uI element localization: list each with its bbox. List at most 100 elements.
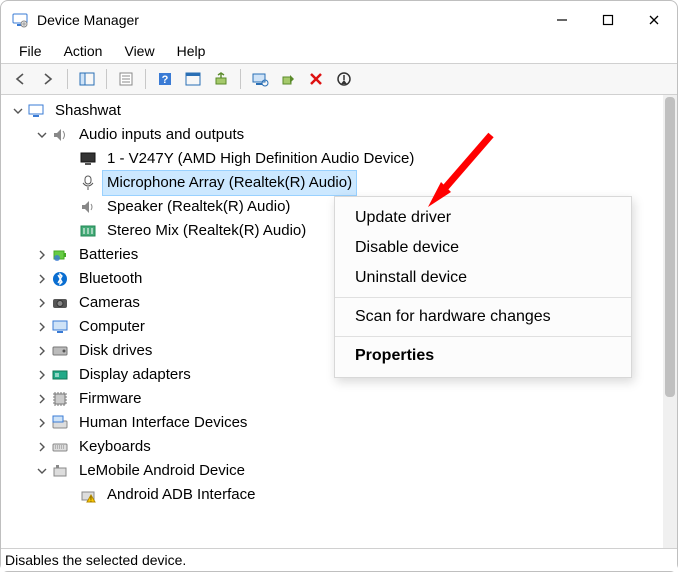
tree-category-audio[interactable]: Audio inputs and outputs xyxy=(5,123,663,147)
audio-icon xyxy=(51,126,69,144)
keyboard-icon xyxy=(51,438,69,456)
minimize-button[interactable] xyxy=(539,1,585,39)
enable-device-icon[interactable] xyxy=(275,67,301,91)
no-expand xyxy=(61,486,79,504)
tree-category-firmware[interactable]: Firmware xyxy=(5,387,663,411)
app-icon xyxy=(11,11,29,29)
expand-icon[interactable] xyxy=(33,270,51,288)
battery-icon xyxy=(51,246,69,264)
help-icon[interactable]: ? xyxy=(152,67,178,91)
category-label: LeMobile Android Device xyxy=(75,459,249,483)
update-driver-icon[interactable] xyxy=(208,67,234,91)
category-label: Bluetooth xyxy=(75,267,146,291)
no-expand xyxy=(61,174,79,192)
status-bar: Disables the selected device. xyxy=(1,548,677,571)
category-label: Cameras xyxy=(75,291,144,315)
back-button[interactable] xyxy=(7,67,33,91)
tree-item-monitor-audio[interactable]: 1 - V247Y (AMD High Definition Audio Dev… xyxy=(5,147,663,171)
disk-icon xyxy=(51,342,69,360)
no-expand xyxy=(61,150,79,168)
ctx-separator xyxy=(335,336,631,337)
expand-icon[interactable] xyxy=(33,414,51,432)
window-buttons xyxy=(539,1,677,39)
expand-icon[interactable] xyxy=(33,318,51,336)
toolbar-divider xyxy=(106,69,107,89)
camera-icon xyxy=(51,294,69,312)
no-expand xyxy=(61,222,79,240)
item-label: Stereo Mix (Realtek(R) Audio) xyxy=(103,219,310,243)
window-title: Device Manager xyxy=(37,12,139,28)
disable-device-icon[interactable] xyxy=(331,67,357,91)
display-adapter-icon xyxy=(51,366,69,384)
collapse-icon[interactable] xyxy=(33,126,51,144)
scan-hardware-icon[interactable] xyxy=(247,67,273,91)
expand-icon[interactable] xyxy=(33,342,51,360)
status-text: Disables the selected device. xyxy=(5,552,186,568)
item-label: Speaker (Realtek(R) Audio) xyxy=(103,195,294,219)
uninstall-device-icon[interactable] xyxy=(303,67,329,91)
ctx-separator xyxy=(335,297,631,298)
ctx-scan-hardware[interactable]: Scan for hardware changes xyxy=(335,302,631,332)
toolbar-divider xyxy=(145,69,146,89)
maximize-button[interactable] xyxy=(585,1,631,39)
speaker-icon xyxy=(79,198,97,216)
toolbar-divider xyxy=(240,69,241,89)
svg-text:?: ? xyxy=(162,74,169,86)
no-expand xyxy=(61,198,79,216)
category-label: Display adapters xyxy=(75,363,195,387)
tree-root[interactable]: Shashwat xyxy=(5,99,663,123)
expand-icon[interactable] xyxy=(33,390,51,408)
collapse-icon[interactable] xyxy=(9,102,27,120)
item-label: Android ADB Interface xyxy=(103,483,259,507)
ctx-update-driver[interactable]: Update driver xyxy=(335,203,631,233)
mixer-icon xyxy=(79,222,97,240)
vertical-scrollbar[interactable] xyxy=(663,95,677,548)
toolbar-divider xyxy=(67,69,68,89)
monitor-icon xyxy=(79,150,97,168)
item-label: 1 - V247Y (AMD High Definition Audio Dev… xyxy=(103,147,418,171)
show-hide-console-tree-icon[interactable] xyxy=(74,67,100,91)
category-label: Human Interface Devices xyxy=(75,411,251,435)
collapse-icon[interactable] xyxy=(33,462,51,480)
category-label: Batteries xyxy=(75,243,142,267)
menu-help[interactable]: Help xyxy=(167,41,216,61)
computer-root-icon xyxy=(27,102,45,120)
forward-button[interactable] xyxy=(35,67,61,91)
title-bar: Device Manager xyxy=(1,1,677,39)
properties-icon[interactable] xyxy=(113,67,139,91)
category-label: Disk drives xyxy=(75,339,156,363)
menu-bar: File Action View Help xyxy=(1,39,677,63)
computer-icon xyxy=(51,318,69,336)
ctx-properties[interactable]: Properties xyxy=(335,341,631,371)
tree-category-keyboards[interactable]: Keyboards xyxy=(5,435,663,459)
expand-icon[interactable] xyxy=(33,294,51,312)
category-label: Audio inputs and outputs xyxy=(75,123,248,147)
tree-item-microphone[interactable]: Microphone Array (Realtek(R) Audio) xyxy=(5,171,663,195)
context-menu: Update driver Disable device Uninstall d… xyxy=(334,196,632,378)
menu-file[interactable]: File xyxy=(9,41,52,61)
bluetooth-icon xyxy=(51,270,69,288)
action-icon[interactable] xyxy=(180,67,206,91)
category-label: Computer xyxy=(75,315,149,339)
device-icon xyxy=(51,462,69,480)
svg-text:!: ! xyxy=(90,497,92,504)
ctx-disable-device[interactable]: Disable device xyxy=(335,233,631,263)
expand-icon[interactable] xyxy=(33,366,51,384)
close-button[interactable] xyxy=(631,1,677,39)
toolbar: ? xyxy=(1,63,677,95)
device-warning-icon: ! xyxy=(79,486,97,504)
device-manager-window: Device Manager File Action View Help xyxy=(0,0,678,572)
menu-view[interactable]: View xyxy=(114,41,164,61)
scrollbar-thumb[interactable] xyxy=(665,97,675,397)
firmware-icon xyxy=(51,390,69,408)
hid-icon xyxy=(51,414,69,432)
menu-action[interactable]: Action xyxy=(54,41,113,61)
category-label: Firmware xyxy=(75,387,146,411)
ctx-uninstall-device[interactable]: Uninstall device xyxy=(335,263,631,293)
tree-category-lemobile[interactable]: LeMobile Android Device xyxy=(5,459,663,483)
tree-category-hid[interactable]: Human Interface Devices xyxy=(5,411,663,435)
tree-item-adb[interactable]: ! Android ADB Interface xyxy=(5,483,663,507)
expand-icon[interactable] xyxy=(33,246,51,264)
expand-icon[interactable] xyxy=(33,438,51,456)
category-label: Keyboards xyxy=(75,435,155,459)
